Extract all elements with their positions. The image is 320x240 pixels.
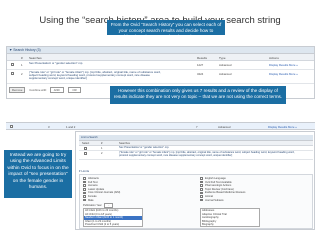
callout-advanced-limits: Instead we are going to try using the Ad…: [4, 150, 72, 198]
limit-checkbox[interactable]: [83, 195, 86, 198]
col-type: Type: [219, 56, 226, 60]
row-num: 1: [21, 63, 23, 67]
callout-results-review: However this combination only gives us 7…: [110, 86, 286, 104]
row-num: 3: [48, 125, 50, 129]
publication-year-label: Publication Year: [83, 204, 102, 207]
combined-search-row: 3 1 and 2 7 Advanced Display Results Mor…: [6, 122, 315, 130]
table-row: 1 Sex Presentation/ or "gender selection…: [7, 61, 314, 70]
limit-checkbox[interactable]: [83, 177, 86, 180]
search-history-header[interactable]: ▼ Search History (3): [7, 47, 314, 54]
limit-checkbox[interactable]: [83, 184, 86, 188]
col-select: Select: [82, 142, 90, 145]
row-results: 7: [196, 125, 198, 129]
row-type: Advanced: [219, 72, 232, 76]
row-actions-link[interactable]: Display Results More »: [269, 63, 298, 67]
limit-checkbox[interactable]: [83, 191, 86, 195]
table-row: 2 ("female role" or "girl role" or "fema…: [79, 151, 313, 160]
list-item[interactable]: Preschool Child (2 to 5 years): [84, 223, 142, 227]
limit-checkbox[interactable]: [83, 198, 86, 202]
col-results: Results: [197, 56, 208, 60]
row-query: ("female role" or "girl role" or "female…: [119, 151, 295, 157]
row-num: 1: [101, 147, 103, 150]
row-query: Sex Presentation/ or "gender selection".…: [29, 61, 84, 65]
row-results: 1227: [197, 63, 204, 67]
row-checkbox[interactable]: [11, 63, 14, 66]
row-checkbox[interactable]: [84, 152, 87, 155]
search-history-footer: Remove Combine with: AND OR: [9, 87, 83, 93]
or-button[interactable]: OR: [68, 87, 81, 93]
row-query: Sex Presentation/ or "gender selection".…: [119, 146, 170, 149]
limits-left-column: Abstracts Full Text Humans Latest Update…: [83, 177, 193, 202]
limit-checkbox[interactable]: [200, 188, 203, 191]
row-checkbox[interactable]: [11, 72, 14, 75]
limit-option[interactable]: Journal Subsets: [200, 199, 310, 203]
combine-label: Combine with:: [29, 88, 47, 92]
callout-combine-info: From the Ovid “Search History” you can s…: [107, 20, 225, 39]
row-actions-link[interactable]: Display Results More »: [269, 72, 298, 76]
row-results: 3424: [197, 72, 204, 76]
limit-search-panel: Limit a Search Select # Searches 1 Sex P…: [75, 131, 315, 230]
limit-option[interactable]: Male: [83, 199, 193, 203]
row-query: ("female role" or "girl role" or "female…: [29, 70, 161, 81]
age-groups-list[interactable]: All Infant (birth to 23 months) All Chil…: [83, 208, 143, 227]
col-num: #: [21, 56, 23, 60]
and-button[interactable]: AND: [49, 87, 64, 93]
col-num: #: [101, 142, 103, 145]
row-query: 1 and 2: [66, 125, 76, 129]
col-actions: Actions: [269, 56, 279, 60]
remove-button[interactable]: Remove: [9, 87, 26, 93]
limit-checkbox[interactable]: [200, 198, 203, 202]
row-checkbox[interactable]: [84, 147, 87, 150]
row-actions-link[interactable]: Display Results More »: [268, 125, 297, 129]
row-checkbox[interactable]: [10, 125, 13, 128]
table-row: 2 ("female role" or "girl role" or "fema…: [7, 70, 314, 84]
limits-right-column: English Language Ovid Full Text Availabl…: [200, 177, 310, 202]
limit-search-table: Limit a Search Select # Searches 1 Sex P…: [79, 135, 313, 160]
row-type: Advanced: [219, 63, 232, 67]
limit-checkbox[interactable]: [200, 184, 203, 188]
list-item[interactable]: Biography: [201, 223, 259, 227]
search-history-columns: # Searches Results Type Actions: [7, 54, 314, 61]
row-num: 2: [21, 72, 23, 76]
publication-types-list[interactable]: Addresses Adaptive Clinical Trial Autobi…: [200, 208, 260, 227]
limits-toggle[interactable]: ▾ Limits: [79, 169, 89, 173]
col-searches: Searches: [119, 142, 130, 145]
limit-checkbox[interactable]: [200, 195, 203, 198]
col-searches: Searches: [29, 56, 42, 60]
limit-checkbox[interactable]: [200, 191, 203, 195]
row-num: 2: [101, 152, 103, 155]
row-type: Advanced: [218, 125, 231, 129]
limit-checkbox[interactable]: [83, 188, 86, 191]
limit-checkbox[interactable]: [200, 180, 203, 184]
limit-checkbox[interactable]: [83, 180, 86, 184]
limits-box: Abstracts Full Text Humans Latest Update…: [79, 174, 313, 229]
limit-checkbox[interactable]: [200, 177, 203, 180]
